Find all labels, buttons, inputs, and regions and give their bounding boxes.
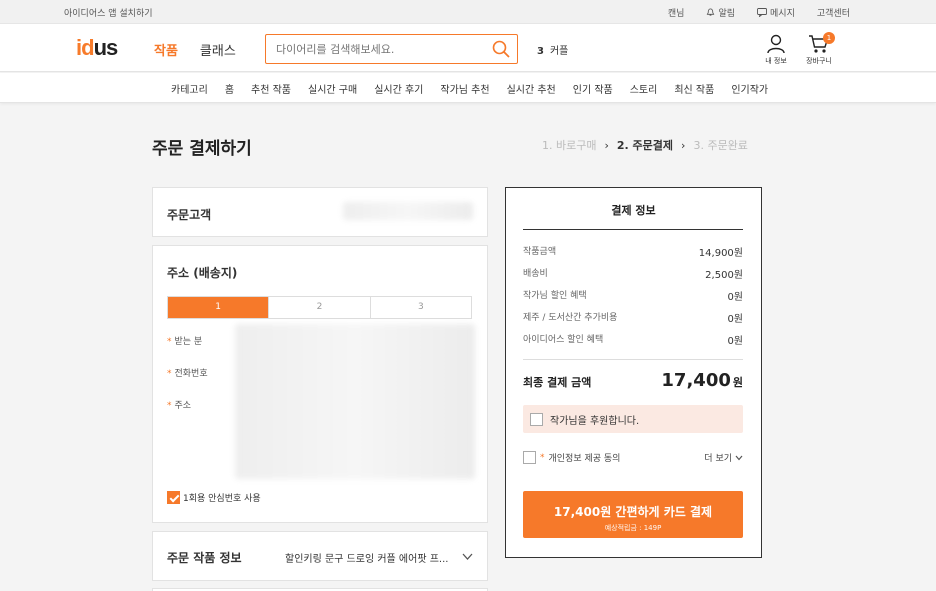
- payment-title: 결제 정보: [611, 204, 656, 217]
- cat-popular-artists[interactable]: 인기작가: [731, 81, 768, 96]
- more-link[interactable]: 더 보기: [704, 451, 743, 464]
- cat-recommended[interactable]: 추천 작품: [251, 81, 291, 96]
- phone-label: * 전화번호: [167, 369, 208, 379]
- logo-text-left: id: [76, 35, 95, 60]
- price-row-artist-discount: 작가님 할인 혜택 0원: [523, 291, 743, 303]
- address-fields-redacted: [235, 324, 475, 479]
- price-row-item: 작품금액 14,900원: [523, 247, 743, 259]
- checkout-steps: 1. 바로구매 › 2. 주문결제 › 3. 주문완료: [542, 137, 748, 153]
- price-row-shipping: 배송비 2,500원: [523, 269, 743, 281]
- user-icon: [767, 34, 785, 54]
- customer-info-redacted: [343, 202, 473, 220]
- search-input[interactable]: [266, 35, 476, 63]
- chevron-right-icon: ›: [681, 138, 686, 152]
- chevron-down-icon: [735, 455, 743, 460]
- divider: [523, 359, 743, 360]
- order-item-card[interactable]: 주문 작품 정보 할인키링 문구 드로잉 커플 에어팟 프...: [152, 531, 488, 581]
- trend-term: 커플: [549, 46, 569, 57]
- my-info-button[interactable]: 내 정보: [756, 34, 796, 66]
- my-info-label: 내 정보: [765, 57, 787, 65]
- bell-icon: [707, 8, 715, 16]
- expected-points: 예상적립금 : 149P: [604, 524, 662, 532]
- privacy-consent-label: 개인정보 제공 동의: [548, 454, 621, 464]
- cart-label: 장바구니: [806, 57, 832, 65]
- support-artist-option[interactable]: 작가님을 후원합니다.: [523, 405, 743, 433]
- topbar-messages-link[interactable]: 메시지: [757, 6, 795, 19]
- order-item-label: 주문 작품 정보: [167, 551, 242, 565]
- cat-story[interactable]: 스토리: [630, 81, 658, 96]
- recipient-label: * 받는 분: [167, 337, 203, 347]
- divider: [523, 229, 743, 230]
- address-tab-3[interactable]: 3: [371, 297, 471, 318]
- privacy-consent-checkbox[interactable]: [523, 451, 536, 464]
- step-checkout: 2. 주문결제: [616, 139, 674, 152]
- payment-summary-panel: 결제 정보 작품금액 14,900원 배송비 2,500원 작가님 할인 혜택 0원 …: [505, 187, 762, 558]
- required-mark: *: [540, 452, 545, 463]
- safe-number-checkbox[interactable]: [167, 491, 180, 504]
- search-box: [265, 34, 518, 64]
- trending-keyword[interactable]: 3 커플: [537, 42, 568, 57]
- privacy-consent-row: * 개인정보 제공 동의 더 보기: [523, 451, 743, 464]
- chevron-right-icon: ›: [604, 138, 609, 152]
- chevron-down-icon[interactable]: [462, 553, 473, 561]
- cat-artist-pick[interactable]: 작가님 추천: [440, 81, 489, 96]
- step-buy-now: 1. 바로구매: [542, 139, 597, 152]
- nav-classes[interactable]: 클래스: [200, 40, 236, 59]
- message-icon: [757, 8, 767, 17]
- topbar-help-link[interactable]: 고객센터: [817, 6, 850, 19]
- messages-label: 메시지: [770, 9, 795, 19]
- cat-newest[interactable]: 최신 작품: [674, 81, 714, 96]
- price-row-idus-discount: 아이디어스 할인 혜택 0원: [523, 335, 743, 347]
- install-app-link[interactable]: 아이디어스 앱 설치하기: [64, 6, 153, 19]
- cat-live-recommend[interactable]: 실시간 추천: [507, 81, 556, 96]
- address-tab-2[interactable]: 2: [269, 297, 371, 318]
- address-tabs: 1 2 3: [167, 296, 472, 319]
- address-field-label: * 주소: [167, 401, 192, 411]
- notifications-label: 알림: [718, 9, 736, 19]
- idus-logo[interactable]: idus: [76, 35, 119, 61]
- safe-number-label: 1회용 안심번호 사용: [183, 494, 261, 504]
- cart-button[interactable]: 장바구니 1: [799, 32, 839, 66]
- support-artist-label: 작가님을 후원합니다.: [550, 415, 640, 427]
- customer-label: 주문고객: [167, 208, 212, 222]
- price-row-remote-area: 제주 / 도서산간 추가비용 0원: [523, 313, 743, 325]
- topbar-notifications-link[interactable]: 알림: [706, 6, 735, 19]
- nav-artworks[interactable]: 작품: [154, 40, 178, 59]
- address-tab-1[interactable]: 1: [168, 297, 270, 318]
- pay-button-label: 17,400원 간편하게 카드 결제: [553, 505, 713, 519]
- topbar-user-link[interactable]: 캔님: [668, 6, 685, 19]
- more-label: 더 보기: [704, 454, 732, 464]
- order-product-name: 할인키링 문구 드로잉 커플 에어팟 프...: [285, 554, 449, 565]
- cat-home[interactable]: 홈: [225, 81, 234, 96]
- support-artist-checkbox[interactable]: [530, 412, 543, 426]
- cart-count-badge: 1: [823, 32, 835, 44]
- trend-rank: 3: [537, 46, 544, 57]
- main-header: idus 작품 클래스 3 커플 내 정보 장바구니 1: [0, 24, 936, 72]
- total-amount: 17,400 원: [661, 370, 743, 391]
- address-label: 주소 (배송지): [167, 266, 238, 280]
- logo-text-right: us: [93, 35, 119, 60]
- cat-live-review[interactable]: 실시간 후기: [374, 81, 423, 96]
- top-utility-bar: 아이디어스 앱 설치하기 캔님 알림 메시지 고객센터: [0, 0, 936, 24]
- safe-number-option[interactable]: 1회용 안심번호 사용: [167, 491, 261, 504]
- total-label: 최종 결제 금액: [523, 376, 592, 389]
- search-icon[interactable]: [492, 40, 510, 58]
- customer-card: 주문고객: [152, 187, 488, 237]
- address-card: 주소 (배송지) 1 2 3 * 받는 분 * 전화번호 * 주소 1회용 안심번호 …: [152, 245, 488, 523]
- page-title: 주문 결제하기: [152, 139, 252, 159]
- cat-live-purchase[interactable]: 실시간 구매: [308, 81, 357, 96]
- cat-category[interactable]: 카테고리: [171, 81, 208, 96]
- card-payment-button[interactable]: 17,400원 간편하게 카드 결제 예상적립금 : 149P: [523, 491, 743, 538]
- total-row: 최종 결제 금액 17,400 원: [523, 370, 743, 391]
- step-complete: 3. 주문완료: [693, 139, 748, 152]
- cat-popular[interactable]: 인기 작품: [573, 81, 613, 96]
- category-nav: 카테고리 홈 추천 작품 실시간 구매 실시간 후기 작가님 추천 실시간 추천…: [0, 73, 936, 103]
